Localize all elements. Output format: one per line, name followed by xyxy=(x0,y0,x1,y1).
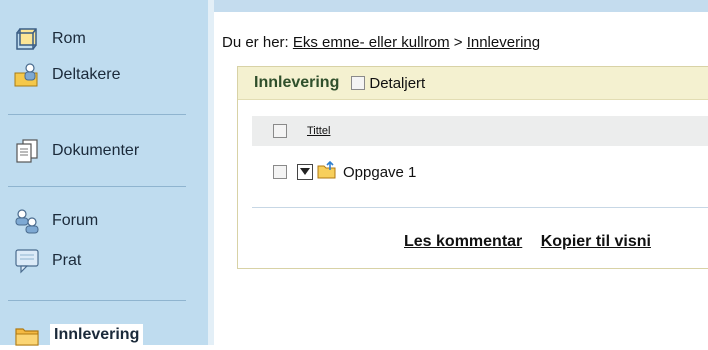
sidebar-item-label: Dokumenter xyxy=(52,142,140,159)
sidebar-item-label: Innlevering xyxy=(50,324,144,346)
detail-toggle[interactable]: Detaljert xyxy=(351,75,425,92)
top-stripe xyxy=(214,0,708,12)
breadcrumb-link-current[interactable]: Innlevering xyxy=(467,34,540,51)
divider xyxy=(252,207,708,208)
select-all-checkbox[interactable] xyxy=(273,124,287,138)
sidebar-item-dokumenter[interactable]: Dokumenter xyxy=(12,136,139,166)
detail-checkbox[interactable] xyxy=(351,76,366,90)
sidebar-divider xyxy=(8,300,186,301)
sidebar-item-prat[interactable]: Prat xyxy=(12,246,81,276)
panel-header: Innlevering Detaljert xyxy=(238,67,708,100)
sidebar-item-label: Deltakere xyxy=(52,66,121,83)
sidebar-item-forum[interactable]: Forum xyxy=(12,206,98,236)
row-title[interactable]: Oppgave 1 xyxy=(343,164,416,181)
sidebar-item-innlevering[interactable]: Innlevering xyxy=(12,320,144,350)
documents-icon xyxy=(12,136,42,166)
sidebar-item-label: Prat xyxy=(52,252,82,269)
read-comment-link[interactable]: Les kommentar xyxy=(404,233,522,250)
cube-icon xyxy=(12,24,42,54)
copy-to-view-link[interactable]: Kopier til visni xyxy=(541,233,651,250)
breadcrumb-link-parent[interactable]: Eks emne- eller kullrom xyxy=(293,34,450,51)
detail-label: Detaljert xyxy=(369,74,426,92)
dropdown-arrow-icon[interactable] xyxy=(297,164,313,180)
sidebar-item-deltakere[interactable]: Deltakere xyxy=(12,60,120,90)
table-header: Tittel xyxy=(252,116,708,146)
panel-title: Innlevering xyxy=(254,74,340,91)
sidebar-item-label: Rom xyxy=(52,30,86,47)
sidebar-divider xyxy=(8,114,186,115)
sidebar-divider xyxy=(8,186,186,187)
row-checkbox[interactable] xyxy=(273,165,287,179)
chat-icon xyxy=(12,246,42,276)
folder-icon xyxy=(12,320,42,350)
action-links: Les kommentar Kopier til visni xyxy=(404,233,665,251)
table-row: Oppgave 1 xyxy=(252,159,708,185)
breadcrumb-prefix: Du er her: xyxy=(222,34,289,51)
folder-upload-icon xyxy=(317,160,337,184)
column-title-sort-link[interactable]: Tittel xyxy=(307,125,330,137)
participants-icon xyxy=(12,60,42,90)
sidebar: Rom Deltakere Dokumenter Forum Prat Innl… xyxy=(0,0,214,346)
breadcrumb-separator: > xyxy=(453,34,463,51)
breadcrumb: Du er her: Eks emne- eller kullrom > Inn… xyxy=(222,34,540,51)
forum-icon xyxy=(12,206,42,236)
sidebar-item-rom[interactable]: Rom xyxy=(12,24,86,54)
submission-panel: Innlevering Detaljert Tittel Oppgave 1 L… xyxy=(237,66,708,269)
sidebar-item-label: Forum xyxy=(52,212,99,229)
